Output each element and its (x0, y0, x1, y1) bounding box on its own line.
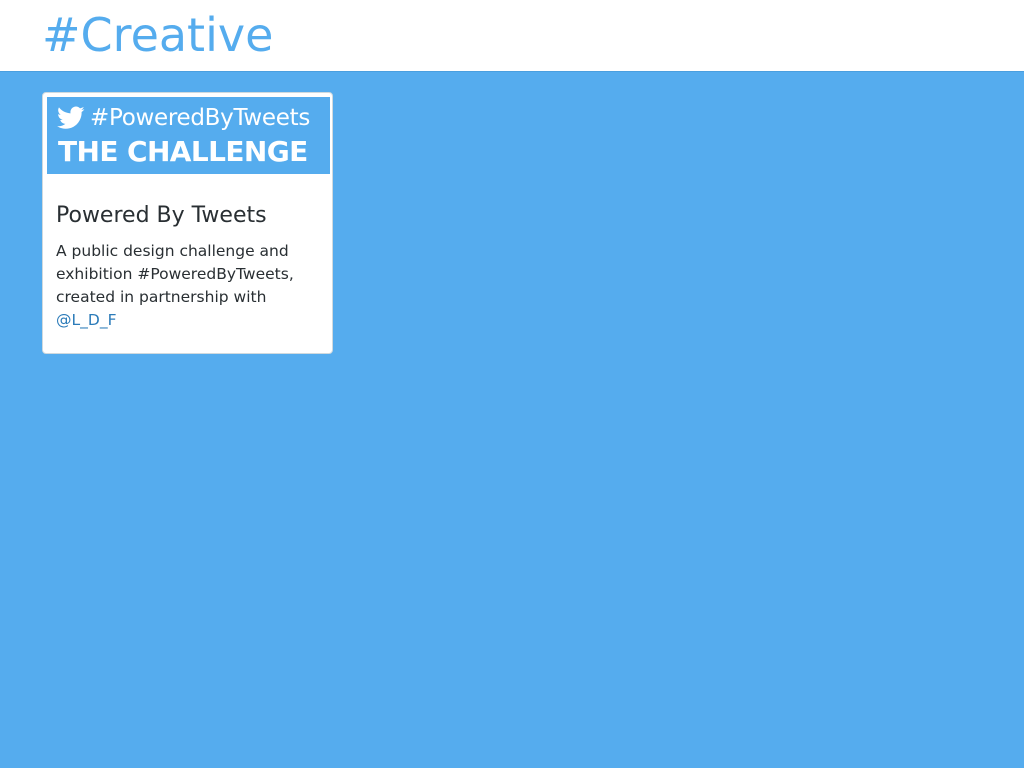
twitter-bird-icon (57, 106, 85, 129)
collection-card[interactable]: #PoweredByTweets THE CHALLENGE Powered B… (42, 92, 333, 354)
card-description: A public design challenge and exhibition… (56, 240, 324, 332)
image-hashtag: #PoweredByTweets (90, 105, 311, 131)
header: #Creative (0, 0, 1024, 72)
card-image[interactable]: #PoweredByTweets THE CHALLENGE (47, 97, 330, 174)
card-title[interactable]: Powered By Tweets (56, 201, 267, 231)
mention-link[interactable]: @L_D_F (56, 311, 117, 329)
page-title: #Creative (42, 8, 274, 62)
image-headline: THE CHALLENGE (58, 135, 308, 168)
card-description-text: A public design challenge and exhibition… (56, 242, 294, 306)
